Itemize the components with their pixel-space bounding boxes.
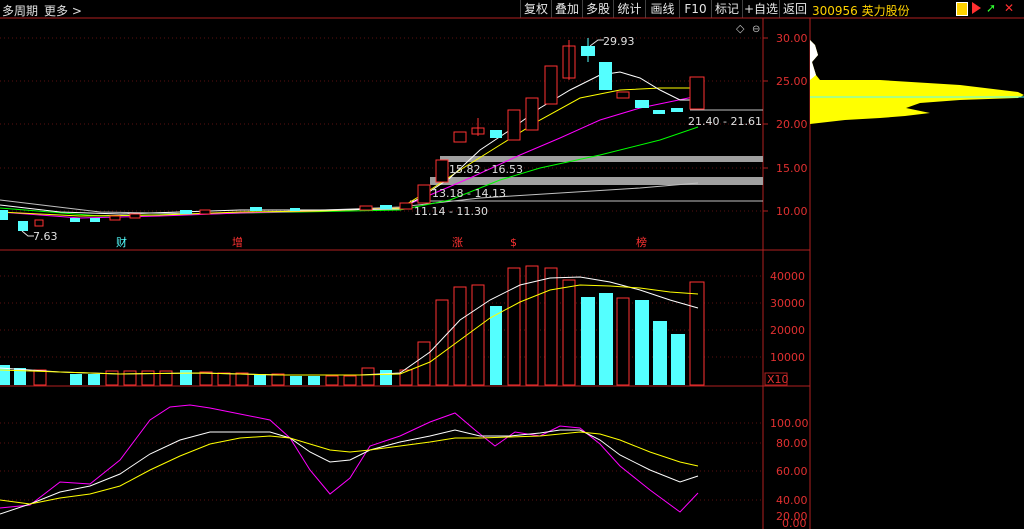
chip-distribution	[810, 40, 1024, 124]
band-label-4: 11.14 - 11.30	[414, 205, 488, 218]
rise-marker[interactable]: 涨	[452, 236, 463, 249]
price-tick: 20.00	[776, 118, 808, 131]
price-tick: 30.00	[776, 32, 808, 45]
finance-marker[interactable]: 财	[116, 235, 127, 249]
kdj-tick: 100.00	[770, 417, 809, 430]
price-tick: 10.00	[776, 205, 808, 218]
low-price-label: 7.63	[33, 230, 58, 243]
svg-text:◇: ◇	[736, 22, 745, 35]
kdj-tick: 60.00	[776, 465, 808, 478]
kdj-tick: 40.00	[776, 494, 808, 507]
high-price-label: 29.93	[603, 35, 635, 48]
increase-marker[interactable]: 增	[232, 235, 243, 249]
volume-tick: 10000	[770, 351, 805, 364]
kdj-tick: 0.00	[782, 517, 807, 529]
band-label-3: 13.18 - 14.13	[432, 187, 506, 200]
volume-tick: 30000	[770, 297, 805, 310]
dollar-marker[interactable]: $	[510, 236, 517, 249]
chart-canvas: 30.00 25.00 20.00 15.00 10.00 40000 3000…	[0, 17, 1024, 529]
price-tick: 25.00	[776, 75, 808, 88]
svg-text:⊖: ⊖	[752, 24, 760, 35]
volume-tick: 20000	[770, 324, 805, 337]
volume-unit: X10	[767, 373, 789, 386]
band-label-2: 15.82 - 16.53	[449, 163, 523, 176]
list-marker[interactable]: 榜	[636, 235, 647, 249]
kdj-tick: 80.00	[776, 437, 808, 450]
price-tick: 15.00	[776, 162, 808, 175]
band-label-1: 21.40 - 21.61	[688, 115, 762, 128]
volume-tick: 40000	[770, 270, 805, 283]
